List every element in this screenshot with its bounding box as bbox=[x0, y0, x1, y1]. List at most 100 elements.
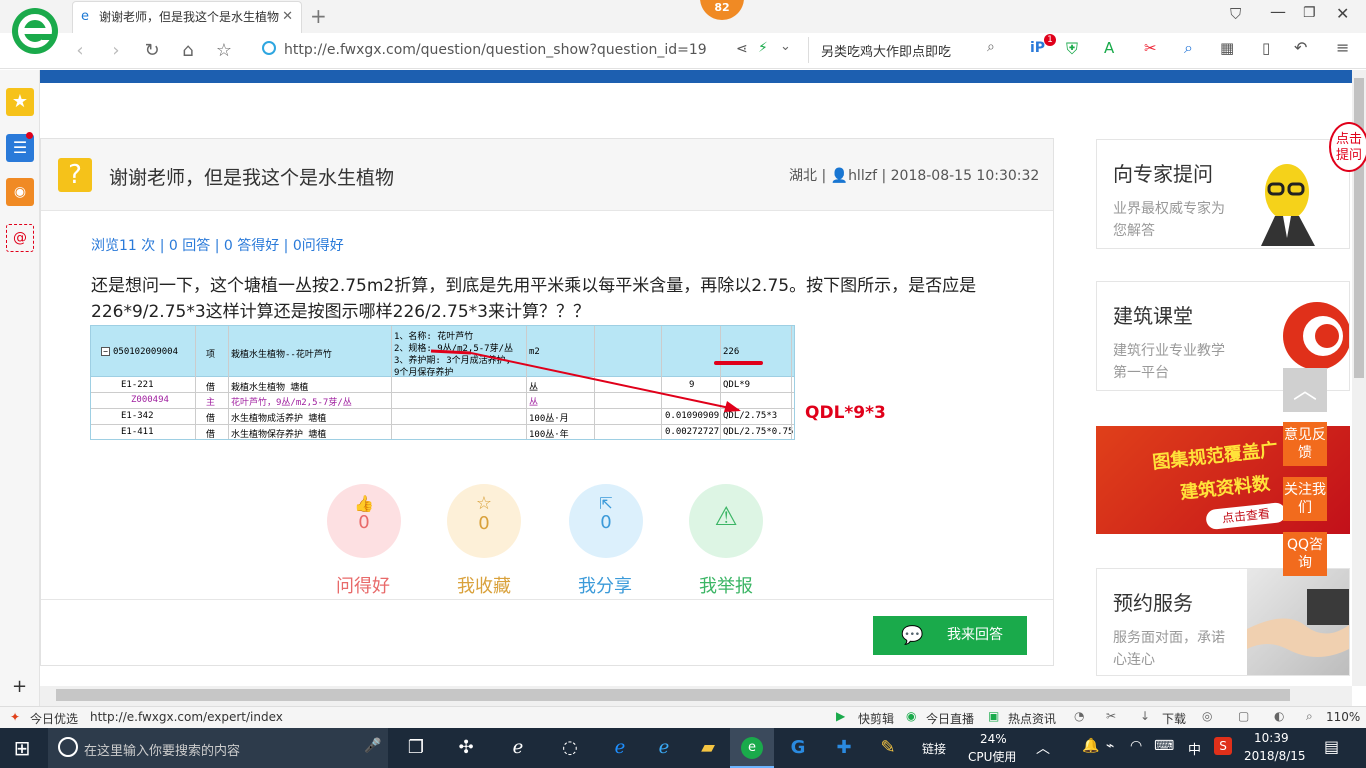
back-icon[interactable]: ‹ bbox=[68, 33, 92, 69]
scissors-icon[interactable]: ✂ bbox=[1144, 39, 1157, 57]
site-header-bar bbox=[40, 70, 1352, 83]
red-dot-icon bbox=[26, 132, 33, 139]
bolt-icon[interactable]: ⚡ bbox=[758, 40, 768, 56]
tray-expand-icon[interactable]: ︿ bbox=[1036, 738, 1050, 758]
share-icon[interactable]: ⋖ bbox=[736, 41, 748, 57]
favorites-icon[interactable]: ★ bbox=[6, 88, 34, 116]
app-notes-icon[interactable]: ✎ bbox=[866, 728, 910, 768]
question-image: − 050102009004 项 栽植水生植物--花叶芦竹 1、名称: 花叶芦竹… bbox=[90, 325, 795, 440]
app-swirl-icon[interactable]: ◌ bbox=[548, 728, 592, 768]
tab-active[interactable]: e 谢谢老师，但是我这个是水生植物 ✕ bbox=[72, 1, 302, 33]
status-item-1[interactable]: 快剪辑 bbox=[858, 710, 894, 727]
app-edge-icon[interactable]: ℯ bbox=[598, 728, 642, 768]
magnifier-icon[interactable]: ⌕ bbox=[1184, 38, 1193, 58]
clock-time[interactable]: 10:39 bbox=[1254, 731, 1289, 745]
taskbar-search[interactable]: 在这里输入你要搜索的内容 🎤 bbox=[48, 728, 388, 768]
translate-icon[interactable]: A bbox=[1104, 39, 1114, 57]
network-icon[interactable]: ⌁ bbox=[1106, 738, 1114, 754]
add-sidebar-icon[interactable]: + bbox=[12, 676, 27, 697]
star-icon[interactable]: ☆ bbox=[212, 33, 236, 69]
app-browser-active[interactable]: e bbox=[730, 728, 774, 768]
speed-icon[interactable]: ◔ bbox=[1074, 709, 1084, 723]
zoom-icon[interactable]: ⌕ bbox=[1306, 709, 1313, 724]
handshake-image bbox=[1247, 569, 1349, 675]
wifi-icon[interactable]: ◠ bbox=[1130, 738, 1142, 754]
keyboard-icon[interactable]: ⌨ bbox=[1154, 738, 1174, 754]
favorite-label[interactable]: 我收藏 bbox=[424, 572, 544, 598]
sogou-icon[interactable]: S bbox=[1214, 737, 1232, 755]
home-icon[interactable]: ⌂ bbox=[176, 33, 200, 69]
tab-close-icon[interactable]: ✕ bbox=[282, 2, 293, 32]
meta-user[interactable]: hllzf bbox=[848, 168, 877, 184]
follow-button[interactable]: 关注我们 bbox=[1283, 477, 1327, 521]
search-icon[interactable]: ⌕ bbox=[987, 39, 995, 55]
close-window-button[interactable]: ✕ bbox=[1336, 4, 1349, 23]
status-item-2[interactable]: 今日直播 bbox=[926, 710, 974, 727]
new-tab-button[interactable]: + bbox=[310, 4, 327, 28]
taskbar-link[interactable]: 链接 bbox=[922, 740, 946, 757]
weibo-icon[interactable]: ◉ bbox=[6, 178, 34, 206]
status-icon-a[interactable]: ◎ bbox=[1202, 709, 1212, 723]
bell-icon[interactable]: 🔔 bbox=[1082, 738, 1099, 754]
app-g-icon[interactable]: G bbox=[776, 728, 820, 768]
ie-tab-icon: e bbox=[81, 9, 89, 24]
report-label[interactable]: 我举报 bbox=[666, 572, 786, 598]
ask-bubble[interactable]: 点击提问 bbox=[1329, 122, 1366, 172]
chevron-down-icon[interactable]: ⌄ bbox=[780, 39, 791, 54]
ime-indicator[interactable]: 中 bbox=[1188, 739, 1201, 758]
app-ie-icon[interactable]: ℯ bbox=[642, 728, 686, 768]
grid-icon[interactable]: ▦ bbox=[1220, 39, 1234, 57]
service-card[interactable]: 预约服务 服务面对面，承诺心连心 bbox=[1096, 568, 1350, 676]
windows-start-icon[interactable]: ⊞ bbox=[0, 728, 44, 768]
feedback-button[interactable]: 意见反馈 bbox=[1283, 422, 1327, 466]
share-label[interactable]: 我分享 bbox=[545, 572, 665, 598]
app-folder-icon[interactable]: ▰ bbox=[686, 728, 730, 768]
status-icon-c[interactable]: ◐ bbox=[1274, 709, 1284, 723]
minimize-button[interactable]: — bbox=[1270, 2, 1286, 21]
answer-button[interactable]: 💬 我来回答 bbox=[873, 616, 1027, 655]
search-box[interactable]: 另类吃鸡大作即点即吃 ⌕ bbox=[808, 37, 1008, 63]
horizontal-scrollbar[interactable] bbox=[40, 686, 1352, 706]
status-item-3[interactable]: 热点资讯 bbox=[1008, 710, 1056, 727]
classroom-title: 建筑课堂 bbox=[1113, 304, 1193, 328]
phone-icon[interactable]: ▯ bbox=[1262, 39, 1270, 57]
task-view-icon[interactable]: ❐ bbox=[394, 728, 438, 768]
tool-icon[interactable]: ✂ bbox=[1106, 709, 1116, 723]
qq-button[interactable]: QQ咨询 bbox=[1283, 532, 1327, 576]
share-button[interactable]: ⇱ 0 bbox=[569, 484, 643, 558]
expert-title: 向专家提问 bbox=[1113, 162, 1213, 186]
hscroll-thumb[interactable] bbox=[56, 689, 1290, 701]
app-ie-e-icon[interactable]: ℯ bbox=[496, 728, 540, 768]
ask-good-count: 0 bbox=[358, 512, 370, 533]
mic-icon[interactable]: 🎤 bbox=[364, 738, 381, 754]
download-icon[interactable]: ↓ bbox=[1140, 709, 1150, 723]
mail-icon[interactable]: @ bbox=[6, 224, 34, 252]
favorite-button[interactable]: ☆ 0 bbox=[447, 484, 521, 558]
badge[interactable]: 82 bbox=[700, 0, 744, 20]
back-to-top-button[interactable]: ︿ bbox=[1283, 368, 1327, 412]
app-pinwheel-icon[interactable]: ✣ bbox=[444, 728, 488, 768]
shield-icon[interactable]: ⛨ bbox=[1066, 39, 1078, 59]
zoom-level[interactable]: 110% bbox=[1326, 710, 1360, 724]
ask-good-label[interactable]: 问得好 bbox=[303, 572, 423, 598]
address-bar[interactable]: http://e.fwxgx.com/question/question_sho… bbox=[284, 38, 730, 62]
maximize-button[interactable]: ❐ bbox=[1303, 5, 1316, 21]
expert-card[interactable]: 向专家提问 业界最权威专家为您解答 点击提问 bbox=[1096, 122, 1366, 249]
undo-icon[interactable]: ↶ bbox=[1294, 38, 1307, 57]
expert-sub: 业界最权威专家为您解答 bbox=[1113, 201, 1225, 239]
ip-icon[interactable]: iP bbox=[1030, 40, 1045, 56]
status-icon-b[interactable]: ▢ bbox=[1238, 709, 1249, 723]
status-item-4[interactable]: 下载 bbox=[1162, 710, 1186, 727]
action-center-icon[interactable]: ▤ bbox=[1324, 737, 1339, 756]
menu-icon[interactable]: ≡ bbox=[1336, 38, 1349, 57]
report-button[interactable]: ⚠ bbox=[689, 484, 763, 558]
ask-good-button[interactable]: 👍 0 bbox=[327, 484, 401, 558]
forward-icon[interactable]: › bbox=[104, 33, 128, 69]
status-left[interactable]: 今日优选 bbox=[30, 710, 78, 727]
browser-logo-icon[interactable] bbox=[12, 8, 58, 54]
skin-icon[interactable]: ⛉ bbox=[1230, 5, 1241, 23]
clock-date[interactable]: 2018/8/15 bbox=[1244, 749, 1306, 763]
reload-icon[interactable]: ↻ bbox=[140, 33, 164, 69]
app-plus-icon[interactable]: ✚ bbox=[822, 728, 866, 768]
banner-button[interactable]: 点击查看 bbox=[1205, 501, 1287, 531]
